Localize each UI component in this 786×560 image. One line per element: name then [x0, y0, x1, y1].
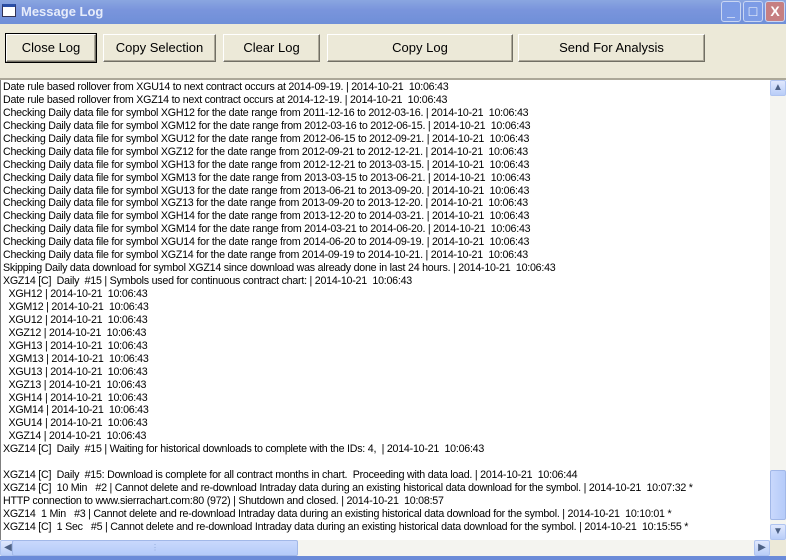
log-line: XGZ14 1 Min #3 | Cannot delete and re-do…	[3, 507, 672, 520]
log-line: XGU14 | 2014-10-21 10:06:43	[3, 417, 148, 430]
log-line: XGU12 | 2014-10-21 10:06:43	[3, 313, 148, 326]
log-line: XGZ14 [C] Daily #15 | Waiting for histor…	[3, 443, 485, 456]
log-line: XGH13 | 2014-10-21 10:06:43	[3, 339, 148, 352]
minimize-button[interactable]: _	[721, 1, 741, 22]
window-icon	[2, 4, 16, 17]
log-line: Checking Daily data file for symbol XGM1…	[3, 119, 531, 132]
log-line: Checking Daily data file for symbol XGU1…	[3, 236, 530, 249]
resize-grip-icon[interactable]	[770, 540, 786, 556]
log-line: XGZ14 [C] Daily #15: Download is complet…	[3, 469, 578, 482]
send-for-analysis-button[interactable]: Send For Analysis	[518, 34, 705, 62]
log-line: Checking Daily data file for symbol XGU1…	[3, 132, 530, 145]
log-line: Date rule based rollover from XGU14 to n…	[3, 81, 449, 93]
log-line: XGH14 | 2014-10-21 10:06:43	[3, 391, 148, 404]
log-line: XGM12 | 2014-10-21 10:06:43	[3, 300, 149, 313]
log-line: Checking Daily data file for symbol XGZ1…	[3, 197, 528, 210]
log-line: Date rule based rollover from XGZ14 to n…	[3, 93, 448, 106]
horizontal-scroll-thumb[interactable]: ⋮	[12, 540, 298, 556]
log-line: Checking Daily data file for symbol XGM1…	[3, 223, 531, 236]
title-bar[interactable]: Message Log _ □ X	[0, 0, 786, 24]
message-log-textarea[interactable]: Date rule based rollover from XGU14 to n…	[0, 80, 770, 540]
log-line: XGZ14 [C] Daily #15 | Symbols used for c…	[3, 275, 412, 288]
log-line: XGZ14 | 2014-10-21 10:06:43	[3, 430, 147, 443]
log-line: Checking Daily data file for symbol XGZ1…	[3, 145, 528, 158]
log-lines: Date rule based rollover from XGU14 to n…	[3, 81, 714, 534]
copy-selection-button[interactable]: Copy Selection	[103, 34, 216, 62]
log-line: XGZ14 [C] 10 Min #2 | Cannot delete and …	[3, 482, 693, 495]
log-line: Checking Daily data file for symbol XGH1…	[3, 210, 530, 223]
log-line: Checking Daily data file for symbol XGH1…	[3, 158, 530, 171]
close-log-button[interactable]: Close Log	[5, 33, 97, 63]
window-title: Message Log	[21, 4, 104, 19]
scroll-up-arrow-icon[interactable]: ▲	[770, 80, 786, 96]
log-line: HTTP connection to www.sierrachart.com:8…	[3, 495, 444, 507]
log-line: XGZ12 | 2014-10-21 10:06:43	[3, 326, 147, 339]
log-line: XGZ14 [C] 1 Sec #5 | Cannot delete and r…	[3, 520, 689, 533]
log-line: Checking Daily data file for symbol XGM1…	[3, 171, 531, 184]
log-line: Checking Daily data file for symbol XGU1…	[3, 184, 530, 197]
log-line: XGZ13 | 2014-10-21 10:06:43	[3, 378, 147, 391]
horizontal-scrollbar[interactable]: ◀ ⋮ ▶	[0, 540, 770, 556]
log-line: XGM13 | 2014-10-21 10:06:43	[3, 352, 149, 365]
copy-log-button[interactable]: Copy Log	[327, 34, 513, 62]
clear-log-button[interactable]: Clear Log	[223, 34, 320, 62]
log-line: Checking Daily data file for symbol XGH1…	[3, 106, 529, 119]
maximize-button[interactable]: □	[743, 1, 763, 22]
scroll-right-arrow-icon[interactable]: ▶	[754, 540, 770, 556]
log-line: Skipping Daily data download for symbol …	[3, 262, 556, 275]
vertical-scroll-thumb[interactable]	[770, 470, 786, 520]
log-line: XGH12 | 2014-10-21 10:06:43	[3, 288, 148, 300]
vertical-scrollbar[interactable]: ▲ ▼	[770, 80, 786, 540]
window-bottom-border	[0, 556, 786, 560]
log-line: XGU13 | 2014-10-21 10:06:43	[3, 365, 148, 378]
scroll-down-arrow-icon[interactable]: ▼	[770, 524, 786, 540]
log-line: Checking Daily data file for symbol XGZ1…	[3, 249, 528, 262]
log-line: XGM14 | 2014-10-21 10:06:43	[3, 404, 149, 417]
close-window-button[interactable]: X	[765, 1, 785, 22]
